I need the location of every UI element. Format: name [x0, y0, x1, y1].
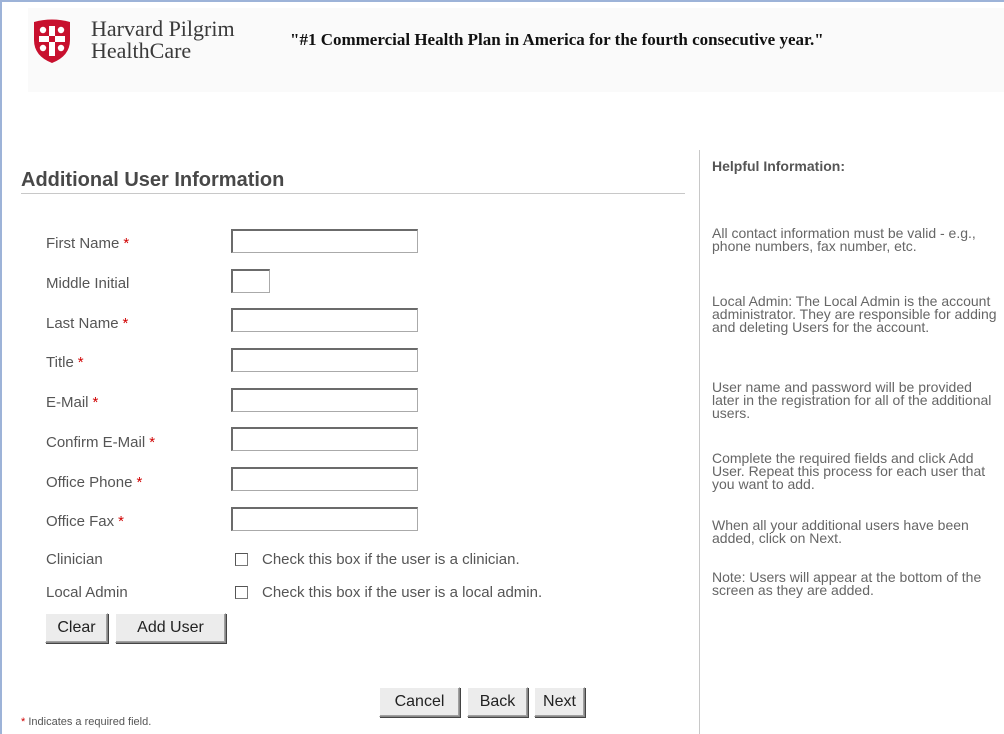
office-phone-input[interactable]: [231, 467, 418, 491]
help-paragraph-add-user: Complete the required fields and click A…: [712, 450, 986, 492]
office-fax-input[interactable]: [231, 507, 418, 531]
middle-initial-input[interactable]: [231, 269, 270, 293]
brand-line-1: Harvard Pilgrim: [91, 16, 235, 41]
local-admin-checkbox[interactable]: [235, 586, 248, 599]
confirm-email-input[interactable]: [231, 427, 418, 451]
required-marker: *: [149, 434, 156, 451]
first-name-input[interactable]: [231, 229, 418, 253]
brand-name: Harvard Pilgrim HealthCare: [91, 18, 235, 62]
required-marker: *: [122, 315, 129, 332]
page-title: Additional User Information: [21, 169, 285, 191]
middle-initial-label: Middle Initial: [46, 275, 130, 292]
column-divider: [699, 150, 700, 734]
clear-button[interactable]: Clear: [45, 613, 108, 643]
title-divider: [21, 193, 685, 194]
brand-line-2: HealthCare: [91, 38, 192, 63]
harvard-pilgrim-logo-icon: [34, 19, 70, 63]
title-input[interactable]: [231, 348, 418, 372]
page-frame-left: [0, 0, 2, 734]
next-button[interactable]: Next: [534, 687, 585, 717]
title-label: Title *: [46, 354, 84, 371]
confirm-email-label: Confirm E-Mail *: [46, 434, 156, 451]
clinician-label: Clinician: [46, 551, 103, 568]
cancel-button[interactable]: Cancel: [379, 687, 460, 717]
required-marker: *: [136, 474, 143, 491]
first-name-label: First Name *: [46, 235, 130, 252]
required-marker: *: [77, 354, 84, 371]
help-title: Helpful Information:: [712, 158, 845, 174]
clinician-checkbox-text: Check this box if the user is a clinicia…: [262, 551, 520, 568]
last-name-label: Last Name *: [46, 315, 129, 332]
office-fax-label: Office Fax *: [46, 513, 124, 530]
required-marker: *: [92, 394, 99, 411]
header-tagline: "#1 Commercial Health Plan in America fo…: [290, 30, 824, 49]
required-marker: *: [123, 235, 130, 252]
local-admin-checkbox-text: Check this box if the user is a local ad…: [262, 584, 543, 601]
office-phone-label: Office Phone *: [46, 474, 143, 491]
local-admin-label: Local Admin: [46, 584, 128, 601]
help-paragraph-contact: All contact information must be valid - …: [712, 225, 976, 254]
help-paragraph-note: Note: Users will appear at the bottom of…: [712, 569, 982, 598]
help-paragraph-next: When all your additional users have been…: [712, 517, 969, 546]
required-marker: *: [21, 716, 26, 728]
clinician-checkbox[interactable]: [235, 553, 248, 566]
back-button[interactable]: Back: [467, 687, 528, 717]
page-frame-top: [0, 0, 1004, 2]
email-input[interactable]: [231, 388, 418, 412]
required-field-note: * Indicates a required field.: [21, 716, 152, 728]
required-marker: *: [118, 513, 124, 530]
help-paragraph-credentials: User name and password will be provided …: [712, 379, 992, 421]
email-label: E-Mail *: [46, 394, 99, 411]
add-user-button[interactable]: Add User: [115, 613, 226, 643]
last-name-input[interactable]: [231, 308, 418, 332]
help-paragraph-local-admin: Local Admin: The Local Admin is the acco…: [712, 293, 997, 335]
